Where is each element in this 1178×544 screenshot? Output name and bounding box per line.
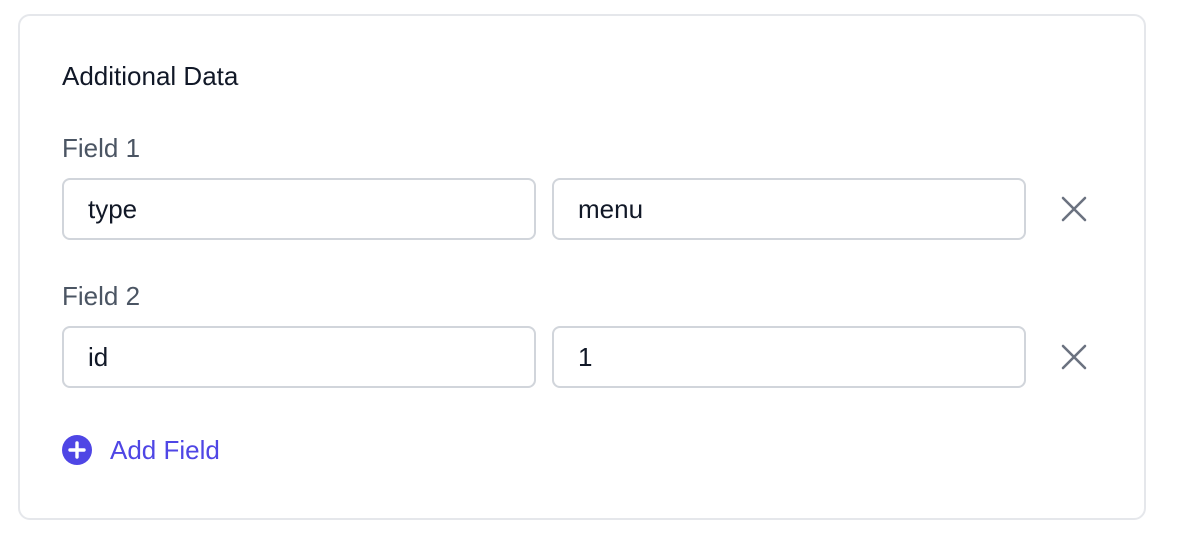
field-1-key-input[interactable] (62, 178, 536, 240)
field-1-value-input[interactable] (552, 178, 1026, 240)
field-2-remove-button[interactable] (1054, 337, 1094, 377)
add-field-button[interactable]: Add Field (62, 434, 220, 466)
add-field-label: Add Field (110, 435, 220, 465)
section-title: Additional Data (62, 61, 239, 91)
close-icon (1061, 196, 1087, 222)
field-2-key-input[interactable] (62, 326, 536, 388)
field-1-label: Field 1 (62, 133, 141, 163)
field-2-label: Field 2 (62, 281, 141, 311)
additional-data-card: Additional Data Field 1 Field 2 Add Fiel… (18, 14, 1146, 520)
close-icon (1061, 344, 1087, 370)
field-2-value-input[interactable] (552, 326, 1026, 388)
field-1-remove-button[interactable] (1054, 189, 1094, 229)
plus-circle-icon (62, 435, 92, 465)
